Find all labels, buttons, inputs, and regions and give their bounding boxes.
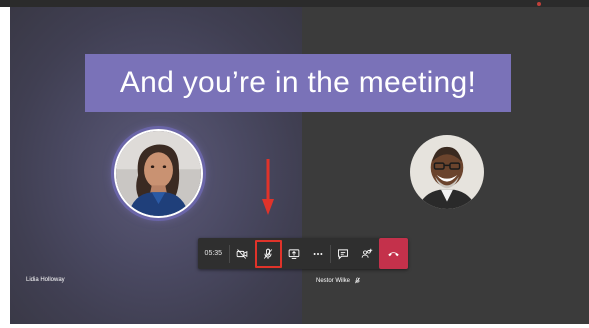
avatar-lidia-photo (116, 131, 201, 216)
phone-hangup-icon (388, 252, 399, 257)
mute-button[interactable] (254, 239, 282, 268)
participants-button[interactable] (355, 238, 379, 269)
mic-off-icon (355, 277, 360, 284)
meeting-stage: And you’re in the meeting! Lidia Hollowa… (10, 7, 589, 324)
hang-up-button[interactable] (379, 238, 408, 269)
avatar-lidia (114, 129, 203, 218)
call-timer: 05:35 (204, 250, 223, 257)
call-toolbar: 05:35 (198, 238, 408, 269)
meeting-banner: And you’re in the meeting! (85, 54, 511, 112)
mic-off-icon (263, 248, 273, 259)
chat-button[interactable] (331, 238, 355, 269)
camera-button[interactable] (230, 238, 254, 269)
ellipsis-icon (314, 252, 323, 255)
more-actions-button[interactable] (306, 238, 330, 269)
participant-name-nestor-row: Nestor Wilke (316, 277, 361, 284)
avatar-nestor-photo (410, 135, 484, 209)
participant-name-nestor: Nestor Wilke (316, 277, 351, 284)
meeting-window: And you’re in the meeting! Lidia Hollowa… (0, 0, 589, 328)
participant-name-lidia: Lidia Holloway (26, 277, 65, 283)
avatar-nestor (410, 135, 484, 209)
title-bar (0, 0, 589, 7)
chat-icon (338, 248, 349, 260)
video-off-icon (236, 248, 247, 259)
red-arrow-down-icon (262, 159, 274, 215)
share-screen-button[interactable] (283, 238, 307, 269)
status-dot (537, 2, 541, 6)
share-screen-icon (289, 248, 300, 259)
people-add-icon (361, 248, 373, 258)
